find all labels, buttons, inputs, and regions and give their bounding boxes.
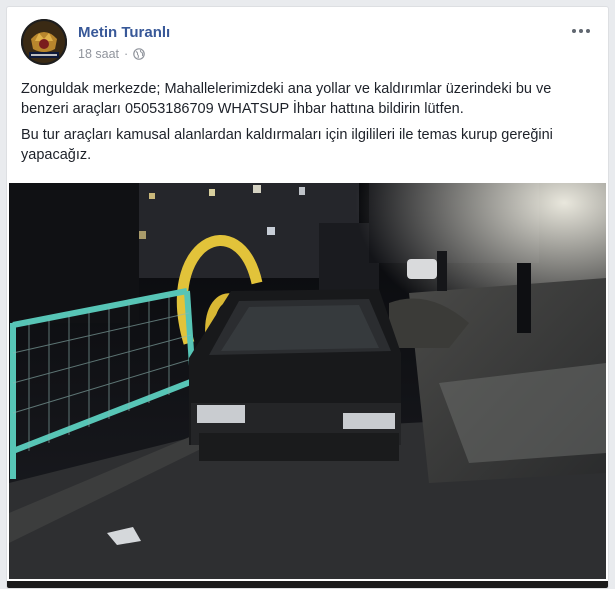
post-meta: 18 saat · [78,47,145,61]
globe-icon[interactable] [133,48,145,60]
post-timestamp[interactable]: 18 saat [78,47,119,61]
author-name-link[interactable]: Metin Turanlı [78,24,170,41]
post-card: Metin Turanlı 18 saat · Zonguldak merkez… [6,6,609,589]
post-text: Zonguldak merkezde; Mahallelerimizdeki a… [21,79,596,171]
post-photo[interactable] [9,183,606,579]
next-photo-strip [7,581,608,588]
post-paragraph-1: Zonguldak merkezde; Mahallelerimizdeki a… [21,81,552,117]
more-options-icon[interactable] [567,21,595,41]
post-paragraph-2: Bu tur araçları kamusal alanlardan kaldı… [21,127,553,163]
post-header: Metin Turanlı 18 saat · [21,19,591,67]
avatar[interactable] [21,19,67,65]
meta-separator: · [124,47,129,61]
